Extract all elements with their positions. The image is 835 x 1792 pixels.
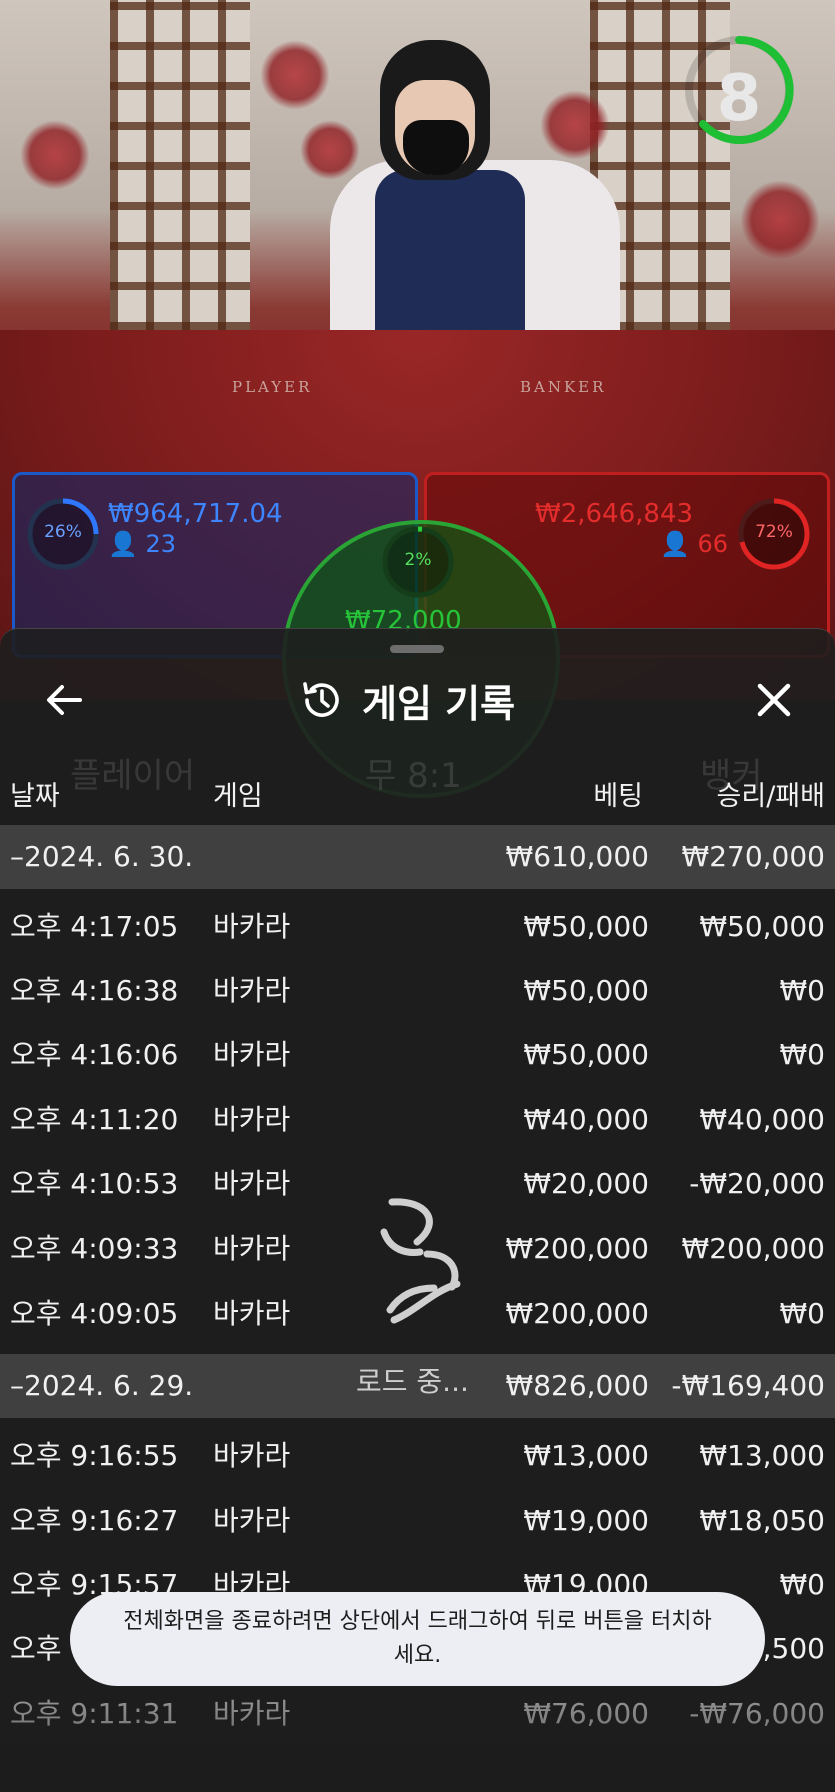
- table-row[interactable]: 오후 4:16:38 바카라 ₩50,000 ₩0: [0, 959, 835, 1023]
- loading-spinner-icon: [380, 1198, 461, 1324]
- player-users: 👤 23: [108, 530, 176, 558]
- group-total-bet: ₩610,000: [505, 840, 649, 873]
- row-win: ₩0: [779, 1297, 826, 1330]
- row-time: 오후 4:09:33: [10, 1232, 179, 1265]
- banker-percent: 72%: [755, 522, 793, 542]
- blossom-decoration: [260, 40, 330, 110]
- row-bet: ₩200,000: [505, 1232, 649, 1265]
- fullscreen-toast: 전체화면을 종료하려면 상단에서 드래그하여 뒤로 버튼을 터치하세요.: [70, 1592, 765, 1686]
- row-win: ,500: [762, 1632, 825, 1665]
- row-game: 바카라: [213, 1232, 291, 1265]
- row-win: ₩0: [779, 974, 826, 1007]
- table-row[interactable]: 오후 4:16:06 바카라 ₩50,000 ₩0: [0, 1023, 835, 1087]
- player-percent: 26%: [44, 522, 82, 542]
- row-time: 오후 4:09:05: [10, 1297, 179, 1330]
- history-clock-icon: [303, 682, 339, 717]
- table-row[interactable]: 오후 4:17:05 바카라 ₩50,000 ₩50,000: [0, 895, 835, 959]
- row-bet: ₩40,000: [523, 1103, 649, 1136]
- row-time: 오후 4:16:06: [10, 1038, 179, 1071]
- close-button[interactable]: [750, 676, 798, 724]
- blossom-decoration: [740, 180, 820, 260]
- row-time: 오후: [10, 1632, 62, 1665]
- row-game: 바카라: [213, 1439, 291, 1472]
- row-win: ₩0: [779, 1568, 826, 1601]
- column-header-bet: 베팅: [593, 781, 643, 812]
- row-win: ₩18,050: [699, 1504, 825, 1537]
- back-button[interactable]: [40, 676, 88, 724]
- table-label-player: PLAYER: [232, 378, 313, 396]
- date-group-row[interactable]: –2024. 6. 30. ₩610,000 ₩270,000: [0, 825, 835, 889]
- row-bet: ₩13,000: [523, 1439, 649, 1472]
- table-row[interactable]: 오후 9:16:27 바카라 ₩19,000 ₩18,050: [0, 1489, 835, 1553]
- row-game: 바카라: [213, 974, 291, 1007]
- row-game: 바카라: [213, 1297, 291, 1330]
- column-header-game: 게임: [213, 781, 263, 812]
- ghost-label: 무 8:1: [365, 756, 462, 796]
- row-bet: ₩50,000: [523, 910, 649, 943]
- row-time: 오후 4:16:38: [10, 974, 179, 1007]
- row-game: 바카라: [213, 1167, 291, 1200]
- table-row[interactable]: 오후 4:11:20 바카라 ₩40,000 ₩40,000: [0, 1088, 835, 1152]
- row-time: 오후 9:16:27: [10, 1504, 179, 1537]
- group-date: –2024. 6. 30.: [10, 840, 194, 873]
- row-bet: ₩200,000: [505, 1297, 649, 1330]
- row-bet: ₩20,000: [523, 1167, 649, 1200]
- blossom-decoration: [20, 120, 90, 190]
- blossom-decoration: [300, 120, 360, 180]
- ghost-label: 플레이어: [70, 756, 196, 796]
- row-win: ₩200,000: [681, 1232, 825, 1265]
- row-time: 오후 4:10:53: [10, 1167, 179, 1200]
- group-total-bet: ₩826,000: [505, 1369, 649, 1402]
- row-win: ₩0: [779, 1038, 826, 1071]
- group-total-win: -₩169,400: [671, 1369, 825, 1402]
- column-header-date: 날짜: [10, 781, 60, 812]
- row-time: 오후 9:16:55: [10, 1439, 179, 1472]
- table-row[interactable]: 오후 9:16:55 바카라 ₩13,000 ₩13,000: [0, 1424, 835, 1488]
- banker-user-count: 66: [697, 530, 729, 558]
- sheet-drag-handle[interactable]: [390, 645, 444, 653]
- row-win: ₩40,000: [699, 1103, 825, 1136]
- user-icon: 👤: [108, 530, 138, 558]
- banker-users: 👤 66: [660, 530, 728, 558]
- column-header-winloss: 승리/패배: [716, 781, 825, 812]
- tie-percent: 2%: [404, 550, 432, 570]
- dealer-mask: [403, 120, 469, 175]
- row-game: 바카라: [213, 910, 291, 943]
- arrow-left-icon: [47, 685, 82, 715]
- folding-screen-left: [110, 0, 250, 330]
- row-time: 오후 4:17:05: [10, 910, 179, 943]
- row-game: 바카라: [213, 1103, 291, 1136]
- row-win: ₩50,000: [699, 910, 825, 943]
- row-win: -₩20,000: [689, 1167, 825, 1200]
- row-win: ₩13,000: [699, 1439, 825, 1472]
- row-bet: ₩50,000: [523, 1038, 649, 1071]
- user-icon: 👤: [660, 530, 690, 558]
- player-bet-amount: ₩964,717.04: [108, 499, 283, 529]
- table-label-banker: BANKER: [520, 378, 607, 396]
- toast-message: 전체화면을 종료하려면 상단에서 드래그하여 뒤로 버튼을 터치하세요.: [123, 1609, 712, 1668]
- player-user-count: 23: [145, 530, 177, 558]
- banker-bet-amount: ₩2,646,843: [535, 499, 694, 529]
- bottom-fade: [0, 1700, 835, 1791]
- group-total-win: ₩270,000: [681, 840, 825, 873]
- countdown-timer: 8: [716, 62, 762, 136]
- close-icon: [757, 683, 791, 717]
- page-title: 게임 기록: [362, 681, 516, 726]
- row-bet: ₩19,000: [523, 1504, 649, 1537]
- sheet-header: 게임 기록: [300, 672, 515, 728]
- group-date: –2024. 6. 29.: [10, 1369, 194, 1402]
- row-game: 바카라: [213, 1504, 291, 1537]
- row-bet: ₩50,000: [523, 974, 649, 1007]
- loading-text: 로드 중...: [356, 1365, 469, 1398]
- blossom-decoration: [540, 90, 610, 160]
- row-game: 바카라: [213, 1038, 291, 1071]
- row-time: 오후 4:11:20: [10, 1103, 179, 1136]
